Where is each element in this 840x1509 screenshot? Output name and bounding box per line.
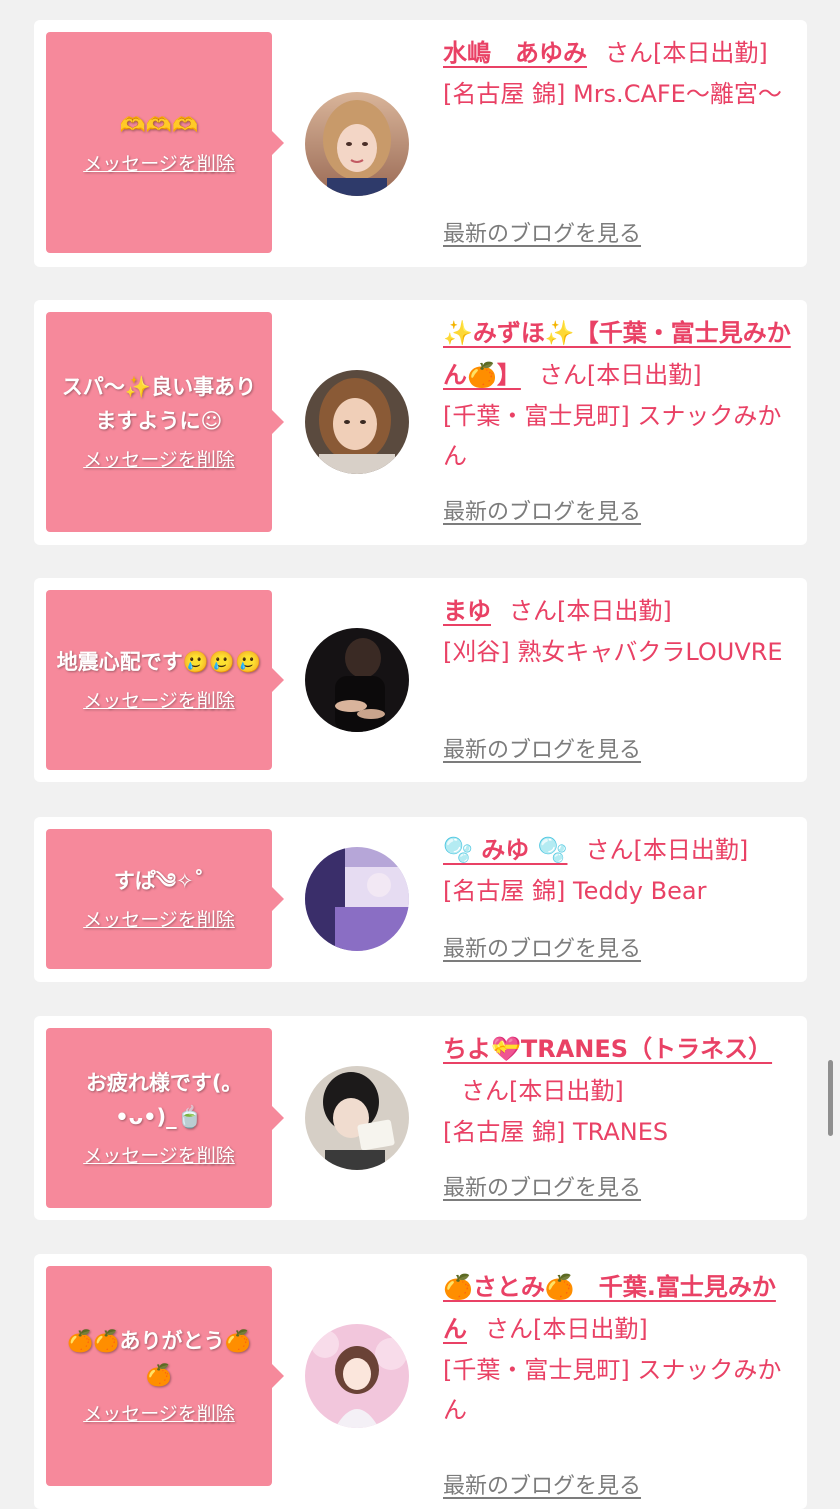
avatar[interactable] — [305, 847, 409, 951]
shop-name: [名古屋 錦] TRANES — [443, 1118, 669, 1146]
delete-message-button[interactable]: メッセージを削除 — [83, 446, 235, 474]
cast-name-line: ちよ💝TRANES（トラネス） さん[本日出勤] — [443, 1028, 795, 1112]
latest-blog-link[interactable]: 最新のブログを見る — [443, 1472, 641, 1502]
cast-name-line: まゆ さん[本日出勤] — [443, 590, 795, 632]
list-item: 🍊🍊ありがとう🍊🍊 メッセージを削除 🍊さとみ🍊 千葉.富士見みかん さん[本日出… — [34, 1254, 807, 1509]
avatar[interactable] — [305, 628, 409, 732]
delete-message-button[interactable]: メッセージを削除 — [83, 906, 235, 934]
message-text: 🍊🍊ありがとう🍊🍊 — [67, 1329, 251, 1387]
vertical-scrollbar[interactable] — [828, 1060, 833, 1136]
cast-name-link[interactable]: 🫧 みゆ 🫧 — [443, 836, 567, 864]
message-text: すぱ༄✧˚ — [113, 869, 205, 893]
avatar[interactable] — [305, 1324, 409, 1428]
message-bubble: すぱ༄✧˚ メッセージを削除 — [46, 829, 284, 969]
message-bubble: 🍊🍊ありがとう🍊🍊 メッセージを削除 — [46, 1266, 284, 1486]
cast-info: まゆ さん[本日出勤] [刈谷] 熟女キャバクラLOUVRE — [443, 590, 795, 672]
message-bubble: スパ〜✨良い事ありますように☺ メッセージを削除 — [46, 312, 284, 532]
latest-blog-link[interactable]: 最新のブログを見る — [443, 220, 641, 250]
list-item: 地震心配です🥲🥲🥲 メッセージを削除 まゆ さん[本日出勤] [刈谷] 熟女キャバ… — [34, 578, 807, 782]
shop-name: [名古屋 錦] Teddy Bear — [443, 877, 707, 905]
avatar[interactable] — [305, 1066, 409, 1170]
cast-info: ちよ💝TRANES（トラネス） さん[本日出勤] [名古屋 錦] TRANES — [443, 1028, 795, 1152]
latest-blog-link[interactable]: 最新のブログを見る — [443, 935, 641, 965]
cast-status: さん[本日出勤] — [538, 361, 702, 389]
avatar[interactable] — [305, 92, 409, 196]
cast-info: ✨みずほ✨【千葉・富士見みかん🍊】 さん[本日出勤] [千葉・富士見町] スナック… — [443, 312, 795, 476]
shop-name: [刈谷] 熟女キャバクラLOUVRE — [443, 638, 783, 666]
cast-name-link[interactable]: 水嶋 あゆみ — [443, 39, 587, 67]
cast-info: 水嶋 あゆみ さん[本日出勤] [名古屋 錦] Mrs.CAFE〜離宮〜 — [443, 32, 795, 114]
message-bubble: 地震心配です🥲🥲🥲 メッセージを削除 — [46, 590, 284, 770]
list-item: スパ〜✨良い事ありますように☺ メッセージを削除 ✨みずほ✨【千葉・富士見みかん… — [34, 300, 807, 545]
list-item: お疲れ様です(｡•ᴗ•)_🍵 メッセージを削除 ちよ💝TRANES（トラネス） さ… — [34, 1016, 807, 1220]
shop-name: [千葉・富士見町] スナックみかん — [443, 1356, 782, 1424]
shop-name: [名古屋 錦] Mrs.CAFE〜離宮〜 — [443, 80, 782, 108]
delete-message-button[interactable]: メッセージを削除 — [83, 687, 235, 715]
avatar[interactable] — [305, 370, 409, 474]
message-text: スパ〜✨良い事ありますように☺ — [61, 375, 257, 433]
list-item: 🫶🫶🫶 メッセージを削除 水嶋 あゆみ さん[本日出勤] [名古屋 錦] Mrs… — [34, 20, 807, 267]
cast-status: さん[本日出勤] — [585, 836, 749, 864]
delete-message-button[interactable]: メッセージを削除 — [83, 1400, 235, 1428]
cast-status: さん[本日出勤] — [605, 39, 768, 67]
message-bubble: お疲れ様です(｡•ᴗ•)_🍵 メッセージを削除 — [46, 1028, 284, 1208]
cast-name-link[interactable]: ちよ💝TRANES（トラネス） — [443, 1035, 772, 1063]
cast-name-line: 🍊さとみ🍊 千葉.富士見みかん さん[本日出勤] — [443, 1266, 795, 1350]
message-text: お疲れ様です(｡•ᴗ•)_🍵 — [85, 1071, 233, 1129]
cast-info: 🫧 みゆ 🫧 さん[本日出勤] [名古屋 錦] Teddy Bear — [443, 829, 795, 911]
cast-name-line: ✨みずほ✨【千葉・富士見みかん🍊】 さん[本日出勤] — [443, 312, 795, 396]
shop-name: [千葉・富士見町] スナックみかん — [443, 402, 782, 470]
cast-status: さん[本日出勤] — [509, 597, 672, 625]
message-text: 🫶🫶🫶 — [119, 112, 199, 137]
message-text: 地震心配です🥲🥲🥲 — [56, 650, 262, 674]
delete-message-button[interactable]: メッセージを削除 — [83, 1142, 235, 1170]
latest-blog-link[interactable]: 最新のブログを見る — [443, 736, 641, 766]
list-item: すぱ༄✧˚ メッセージを削除 🫧 みゆ 🫧 さん[本日出勤] [名古屋 錦] Te… — [34, 817, 807, 982]
cast-status: さん[本日出勤] — [485, 1315, 648, 1343]
delete-message-button[interactable]: メッセージを削除 — [83, 150, 235, 178]
cast-name-link[interactable]: まゆ — [443, 597, 491, 625]
latest-blog-link[interactable]: 最新のブログを見る — [443, 1174, 641, 1204]
latest-blog-link[interactable]: 最新のブログを見る — [443, 498, 641, 528]
message-bubble: 🫶🫶🫶 メッセージを削除 — [46, 32, 284, 253]
cast-info: 🍊さとみ🍊 千葉.富士見みかん さん[本日出勤] [千葉・富士見町] スナックみか… — [443, 1266, 795, 1430]
cast-name-line: 🫧 みゆ 🫧 さん[本日出勤] — [443, 829, 795, 871]
cast-name-line: 水嶋 あゆみ さん[本日出勤] — [443, 32, 795, 74]
cast-status: さん[本日出勤] — [461, 1077, 624, 1105]
